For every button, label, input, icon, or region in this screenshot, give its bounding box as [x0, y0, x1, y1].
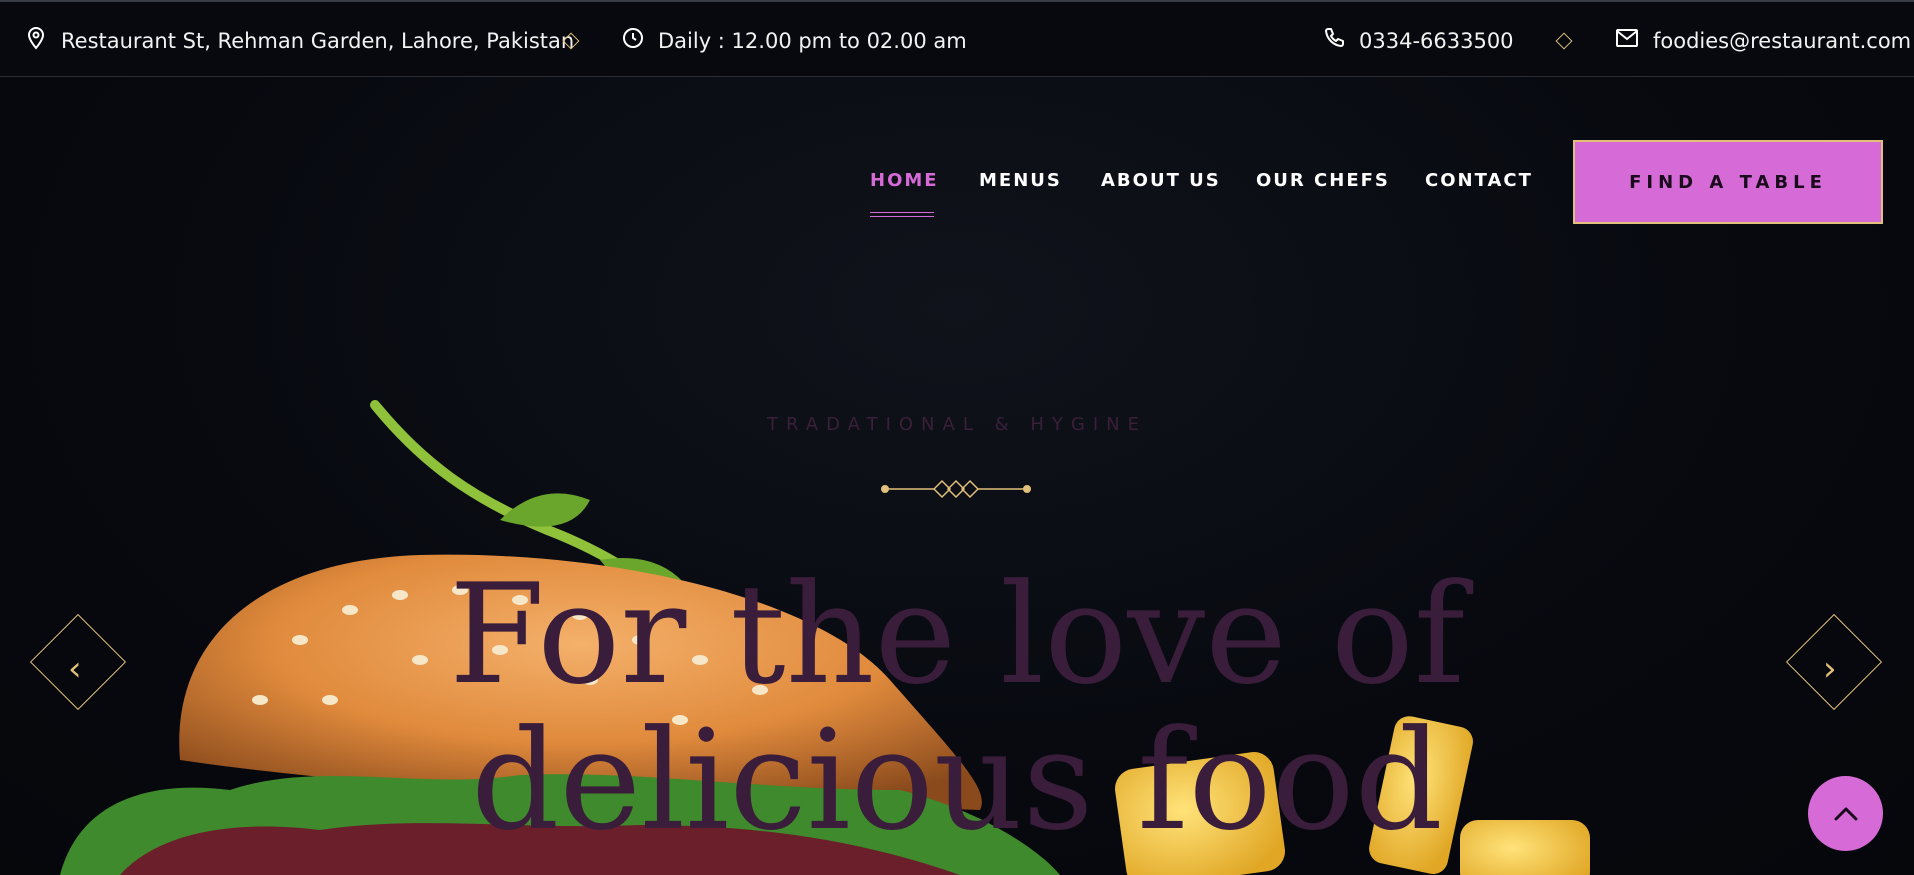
mail-icon [1615, 28, 1653, 53]
nav-about-us[interactable]: ABOUT US [1101, 170, 1221, 191]
phone-text[interactable]: 0334-6633500 [1359, 29, 1514, 53]
email-text[interactable]: foodies@restaurant.com [1653, 29, 1911, 53]
chevron-left-icon[interactable]: ‹ [68, 649, 82, 689]
top-info-bar: Restaurant St, Rehman Garden, Lahore, Pa… [0, 0, 1914, 77]
phone-info[interactable]: 0334-6633500 [1323, 2, 1514, 79]
address-text: Restaurant St, Rehman Garden, Lahore, Pa… [61, 28, 575, 53]
chevron-up-icon [1834, 807, 1857, 820]
hero-title-line1: For the love of [449, 554, 1465, 715]
nav-active-underline [870, 212, 934, 217]
email-info[interactable]: foodies@restaurant.com [1615, 2, 1911, 79]
hours-text: Daily : 12.00 pm to 02.00 am [658, 28, 967, 53]
find-a-table-button[interactable]: FIND A TABLE [1573, 140, 1883, 224]
address-info: Restaurant St, Rehman Garden, Lahore, Pa… [25, 2, 574, 79]
separator-diamond [1555, 32, 1573, 50]
nav-menus[interactable]: MENUS [979, 170, 1062, 191]
map-pin-icon [25, 26, 61, 55]
page: Restaurant St, Rehman Garden, Lahore, Pa… [0, 0, 1914, 875]
hero-subtitle: TRADATIONAL & HYGINE [767, 414, 1147, 435]
hero-title: For the love of delicious food [0, 562, 1914, 854]
scroll-to-top-button[interactable] [1808, 776, 1883, 851]
clock-icon [622, 27, 658, 54]
ornament-separator [881, 479, 1031, 499]
nav-our-chefs[interactable]: OUR CHEFS [1256, 170, 1390, 191]
phone-icon [1323, 27, 1359, 54]
chevron-right-icon[interactable]: › [1823, 649, 1837, 689]
hero-title-line2: delicious food [471, 700, 1443, 861]
nav-contact[interactable]: CONTACT [1425, 170, 1533, 191]
hours-info: Daily : 12.00 pm to 02.00 am [622, 2, 967, 79]
nav-home[interactable]: HOME [870, 170, 939, 191]
